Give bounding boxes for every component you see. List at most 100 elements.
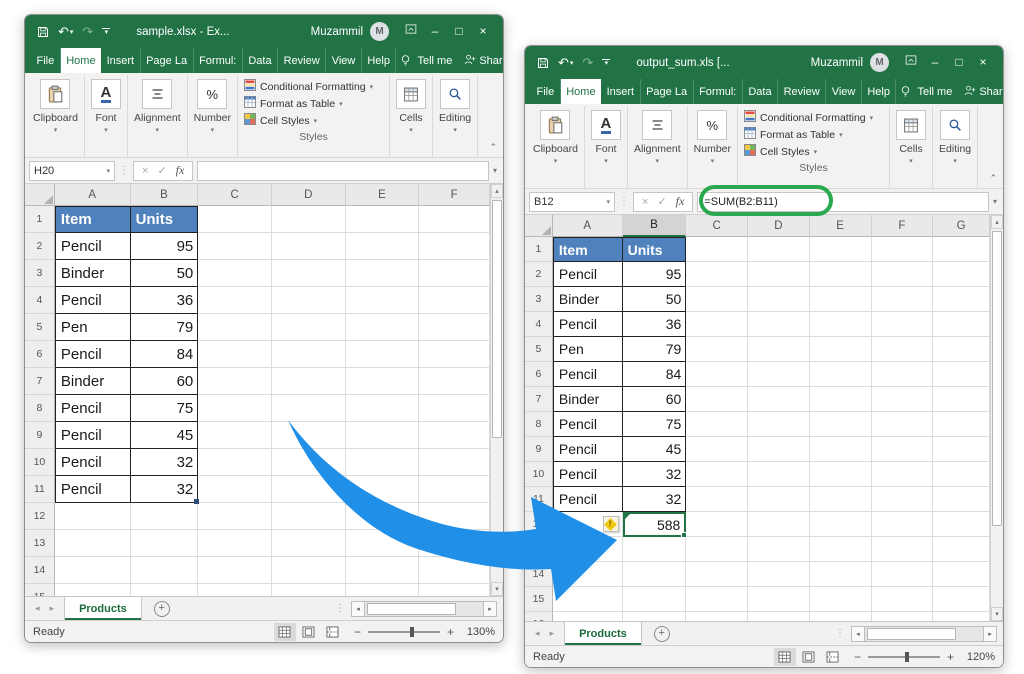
cell-d7[interactable] (748, 387, 810, 412)
cell-f5[interactable] (419, 314, 490, 341)
font-icon[interactable]: A (591, 110, 621, 140)
minimize-button[interactable]: – (423, 15, 447, 48)
zoom-in-icon[interactable]: + (447, 625, 454, 639)
cells-icon[interactable] (896, 110, 926, 140)
chevron-down-icon[interactable]: ▾ (211, 126, 215, 134)
row-header-10[interactable]: 10 (525, 462, 553, 487)
insert-function-icon[interactable]: fx (176, 163, 185, 178)
horizontal-scrollbar[interactable]: ◂ ▸ (851, 625, 997, 642)
cell-b8[interactable]: 75 (623, 412, 687, 437)
cell-a15[interactable] (553, 587, 623, 612)
cell-a4[interactable]: Pencil (55, 287, 131, 314)
customize-qat-icon[interactable]: ▾ (102, 28, 110, 35)
cell-a8[interactable]: Pencil (55, 395, 131, 422)
cell-e5[interactable] (810, 337, 872, 362)
cell-a5[interactable]: Pen (553, 337, 623, 362)
name-box[interactable]: H20▾ (29, 161, 115, 181)
cell-e16[interactable] (810, 612, 872, 621)
cell-f14[interactable] (419, 557, 490, 584)
share-button[interactable]: Share (958, 79, 1004, 104)
alignment-icon[interactable] (642, 110, 672, 140)
cell-b11[interactable]: 32 (623, 487, 687, 512)
cell-e7[interactable] (810, 387, 872, 412)
row-header-6[interactable]: 6 (25, 341, 55, 368)
cell-f9[interactable] (419, 422, 490, 449)
cell-a7[interactable]: Binder (553, 387, 623, 412)
cell-a11[interactable]: Pencil (55, 476, 131, 503)
cell-f13[interactable] (419, 530, 490, 557)
row-header-9[interactable]: 9 (25, 422, 55, 449)
column-header-g[interactable]: G (933, 215, 990, 237)
cell-b7[interactable]: 60 (131, 368, 199, 395)
cell-a11[interactable]: Pencil (553, 487, 623, 512)
ribbon-group-editing[interactable]: Editing▾ (433, 75, 478, 157)
redo-icon[interactable]: ↷ (582, 55, 593, 71)
cell-c12[interactable] (198, 503, 272, 530)
cell-f2[interactable] (419, 233, 490, 260)
cell-c13[interactable] (686, 537, 748, 562)
formula-input[interactable]: =SUM(B2:B11) (697, 192, 989, 212)
styles-item-conditional-formatting[interactable]: Conditional Formatting▾ (244, 78, 383, 95)
namebox-caret-icon[interactable]: ▾ (606, 198, 610, 206)
page-layout-view-icon[interactable] (798, 648, 820, 666)
cell-a6[interactable]: Pencil (553, 362, 623, 387)
scroll-left-icon[interactable]: ◂ (351, 601, 365, 617)
cell-e10[interactable] (810, 462, 872, 487)
menu-tab-home[interactable]: Home (61, 48, 101, 73)
cell-g14[interactable] (933, 562, 990, 587)
cell-b10[interactable]: 32 (623, 462, 687, 487)
cell-b4[interactable]: 36 (131, 287, 199, 314)
cell-b10[interactable]: 32 (131, 449, 199, 476)
row-header-15[interactable]: 15 (25, 584, 55, 596)
titlebar[interactable]: ↶▾ ↷ ▾ output_sum.xls [... Muzammil M – … (525, 46, 1003, 79)
menu-tab-data[interactable]: Data (243, 48, 278, 73)
cell-c13[interactable] (198, 530, 272, 557)
cell-c2[interactable] (198, 233, 272, 260)
cell-b4[interactable]: 36 (623, 312, 687, 337)
cell-e13[interactable] (810, 537, 872, 562)
maximize-button[interactable]: □ (447, 15, 471, 48)
row-header-7[interactable]: 7 (25, 368, 55, 395)
menu-tab-formul[interactable]: Formul: (694, 79, 743, 104)
cell-b2[interactable]: 95 (131, 233, 199, 260)
cell-e1[interactable] (346, 206, 420, 233)
cell-f3[interactable] (419, 260, 490, 287)
cell-b9[interactable]: 45 (623, 437, 687, 462)
cell-g9[interactable] (933, 437, 990, 462)
cell-d5[interactable] (748, 337, 810, 362)
cell-a14[interactable] (553, 562, 623, 587)
cell-c14[interactable] (198, 557, 272, 584)
select-all-corner[interactable] (525, 215, 553, 237)
column-header-b[interactable]: B (623, 215, 687, 237)
ribbon-group-clipboard[interactable]: Clipboard▾ (27, 75, 85, 157)
maximize-button[interactable]: □ (947, 46, 971, 79)
menu-tab-help[interactable]: Help (362, 48, 397, 73)
cell-c15[interactable] (198, 584, 272, 596)
cell-a13[interactable] (55, 530, 131, 557)
cell-c10[interactable] (686, 462, 748, 487)
cell-d11[interactable] (748, 487, 810, 512)
zoom-out-icon[interactable]: − (354, 625, 361, 639)
menu-tab-view[interactable]: View (826, 79, 862, 104)
account-name[interactable]: Muzammil (311, 26, 363, 38)
cell-d9[interactable] (272, 422, 346, 449)
cell-b14[interactable] (131, 557, 199, 584)
cell-d15[interactable] (748, 587, 810, 612)
tabbar-dots[interactable]: ⋮ (331, 603, 349, 614)
cell-f8[interactable] (872, 412, 934, 437)
sum-result-cell[interactable]: 588 (623, 512, 687, 537)
styles-item-conditional-formatting[interactable]: Conditional Formatting▾ (744, 109, 883, 126)
collapse-ribbon-icon[interactable]: ⌃ (989, 173, 997, 184)
chevron-down-icon[interactable]: ▾ (953, 157, 957, 165)
cell-c8[interactable] (686, 412, 748, 437)
column-header-b[interactable]: B (131, 184, 199, 206)
tabbar-dots[interactable]: ⋮ (831, 628, 849, 639)
scroll-right-icon[interactable]: ▸ (483, 601, 497, 617)
ribbon-group-number[interactable]: %Number▾ (688, 106, 738, 188)
chevron-down-icon[interactable]: ▾ (104, 126, 108, 134)
tell-me-label[interactable]: Tell me (915, 79, 958, 104)
chevron-down-icon[interactable]: ▾ (656, 157, 660, 165)
ribbon-display-options-icon[interactable] (399, 15, 423, 48)
cell-e2[interactable] (810, 262, 872, 287)
row-header-9[interactable]: 9 (525, 437, 553, 462)
